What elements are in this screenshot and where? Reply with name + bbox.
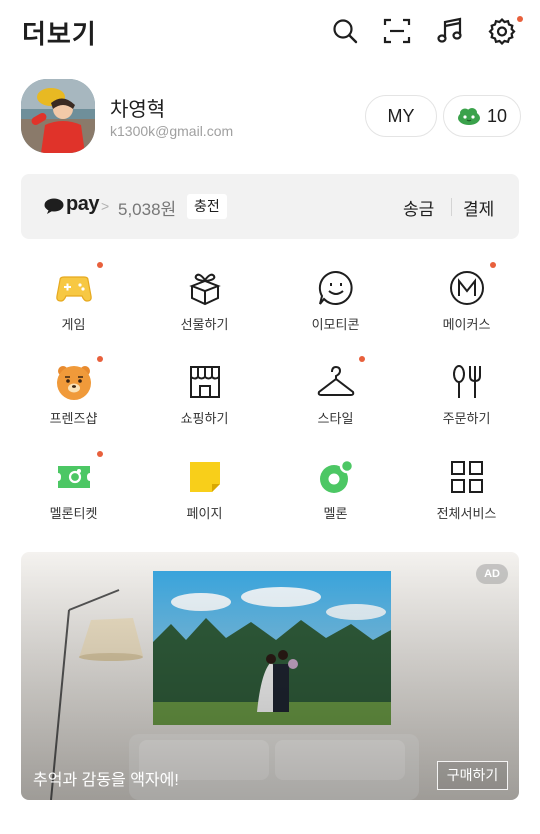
melon-ticket-icon — [54, 457, 94, 497]
service-page[interactable]: 페이지 — [139, 451, 270, 543]
service-label: 프렌즈샵 — [49, 411, 98, 426]
service-shopping[interactable]: 쇼핑하기 — [139, 356, 270, 448]
service-order[interactable]: 주문하기 — [401, 356, 532, 448]
my-button[interactable]: MY — [365, 95, 437, 137]
service-label: 스타일 — [317, 411, 354, 426]
page-icon — [185, 457, 225, 497]
header: 더보기 — [0, 0, 540, 66]
service-friends-shop[interactable]: 프렌즈샵 — [8, 356, 139, 448]
friends-shop-icon — [54, 362, 94, 402]
pay-bar[interactable]: pay > 5,038원 충전 송금 결제 — [21, 174, 519, 239]
emoticon-count-button[interactable]: 10 — [443, 95, 521, 137]
new-badge-dot — [359, 356, 365, 362]
profile-section[interactable]: 차영혁 k1300k@gmail.com MY 10 — [0, 76, 540, 158]
scan-icon[interactable] — [383, 17, 411, 45]
order-icon — [447, 362, 487, 402]
service-emoticon[interactable]: 이모티콘 — [270, 262, 401, 354]
page-title: 더보기 — [22, 19, 97, 49]
service-label: 주문하기 — [442, 411, 491, 426]
all-services-icon — [447, 457, 487, 497]
pay-bubble-icon — [44, 198, 64, 214]
profile-name: 차영혁 — [110, 99, 166, 121]
ad-banner[interactable]: AD 추억과 감동을 액자에! 구매하기 — [21, 552, 519, 800]
pay-send-button[interactable]: 송금 — [403, 195, 434, 220]
pay-balance[interactable]: 5,038원 — [118, 195, 176, 220]
service-melon-ticket[interactable]: 멜론티켓 — [8, 451, 139, 543]
service-label: 메이커스 — [442, 317, 491, 332]
avatar[interactable] — [21, 79, 95, 153]
service-makers[interactable]: 메이커스 — [401, 262, 532, 354]
profile-email: k1300k@gmail.com — [110, 123, 234, 139]
service-label: 선물하기 — [180, 317, 229, 332]
service-label: 페이지 — [186, 506, 223, 521]
settings-new-dot — [517, 16, 523, 22]
pay-charge-button[interactable]: 충전 — [187, 194, 227, 219]
music-icon[interactable] — [436, 17, 464, 45]
service-label: 멜론티켓 — [49, 506, 98, 521]
service-label: 이모티콘 — [311, 317, 360, 332]
emoticon-count: 10 — [486, 105, 508, 126]
service-label: 쇼핑하기 — [180, 411, 229, 426]
new-badge-dot — [97, 451, 103, 457]
service-label: 게임 — [61, 317, 86, 332]
emoticon-plus-icon — [457, 107, 481, 125]
service-label: 멜론 — [323, 506, 348, 521]
my-button-label: MY — [387, 105, 415, 126]
service-gift[interactable]: 선물하기 — [139, 262, 270, 354]
settings-icon[interactable] — [488, 17, 516, 45]
pay-payment-button[interactable]: 결제 — [463, 195, 494, 220]
pay-divider — [451, 198, 452, 216]
service-all-services[interactable]: 전체서비스 — [401, 451, 532, 543]
service-label: 전체서비스 — [436, 506, 497, 521]
style-hanger-icon — [316, 362, 356, 402]
emoticon-icon — [316, 268, 356, 308]
search-icon[interactable] — [331, 17, 359, 45]
new-badge-dot — [97, 262, 103, 268]
service-style[interactable]: 스타일 — [270, 356, 401, 448]
makers-icon — [447, 268, 487, 308]
melon-icon — [316, 457, 356, 497]
shopping-icon — [185, 362, 225, 402]
ad-caption: 추억과 감동을 액자에! — [33, 772, 179, 789]
pay-logo[interactable]: pay — [66, 193, 99, 216]
gift-icon — [185, 268, 225, 308]
ad-badge: AD — [476, 564, 508, 584]
ad-buy-button[interactable]: 구매하기 — [437, 761, 508, 790]
new-badge-dot — [97, 356, 103, 362]
chevron-right-icon: > — [101, 198, 110, 214]
game-icon — [54, 268, 94, 308]
new-badge-dot — [490, 262, 496, 268]
service-game[interactable]: 게임 — [8, 262, 139, 354]
service-melon[interactable]: 멜론 — [270, 451, 401, 543]
